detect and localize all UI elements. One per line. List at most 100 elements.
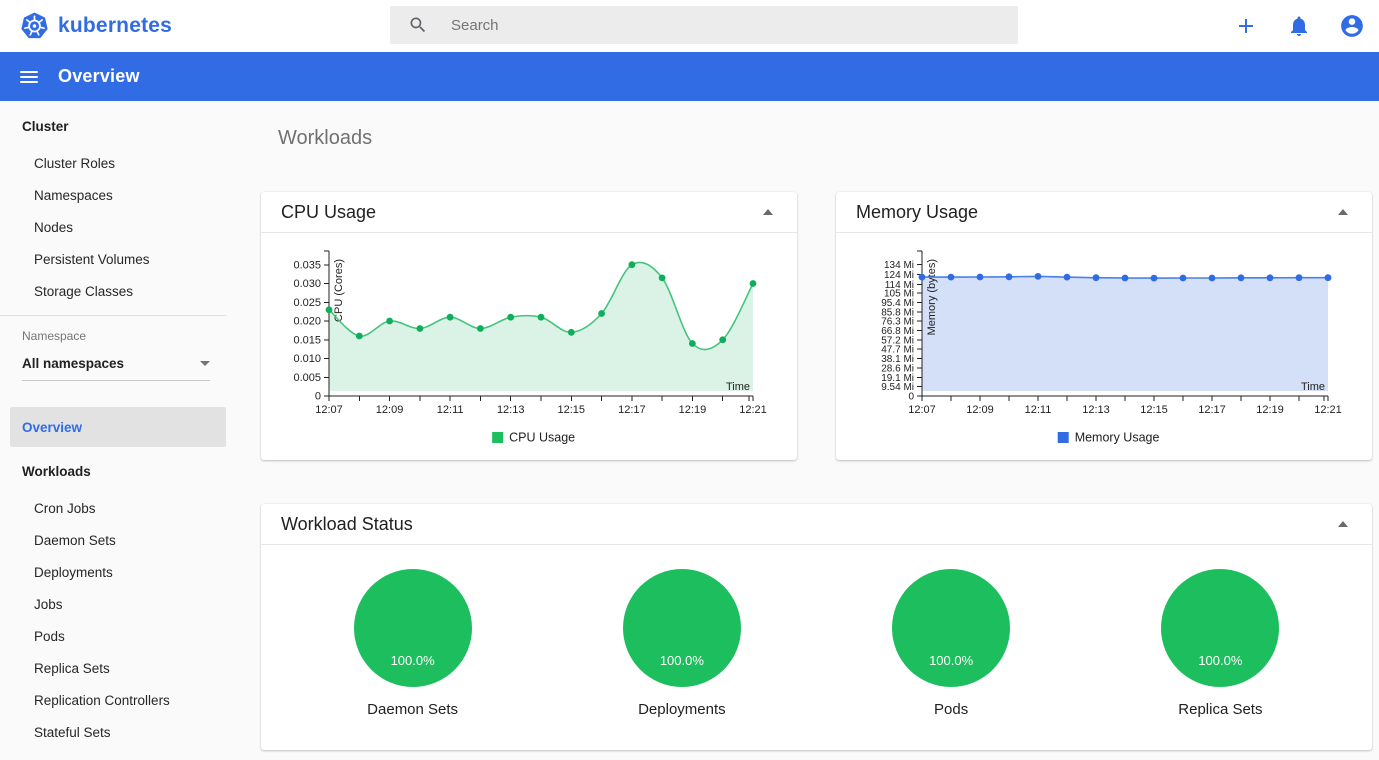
data-point <box>659 275 666 282</box>
brand-name: kubernetes <box>58 14 172 38</box>
memory-card-header: Memory Usage <box>836 192 1372 233</box>
menu-icon[interactable] <box>20 71 38 83</box>
workload-status-pies: 100.0%Daemon Sets100.0%Deployments100.0%… <box>261 569 1372 718</box>
pie-value: 100.0% <box>623 653 741 668</box>
sidebar-section-workloads: Workloads <box>0 455 226 487</box>
y-tick-label: 85.8 Mi <box>881 307 914 318</box>
search-bar[interactable] <box>390 6 1018 44</box>
x-tick-label: 12:09 <box>966 404 994 416</box>
account-circle-icon <box>1339 13 1365 39</box>
x-tick-label: 12:21 <box>739 404 767 416</box>
pie-value: 100.0% <box>1161 653 1279 668</box>
y-tick-label: 0 <box>315 391 321 403</box>
memory-usage-card: Memory Usage 09.54 Mi19.1 Mi28.6 Mi38.1 … <box>836 192 1372 460</box>
sidebar-item-overview[interactable]: Overview <box>10 407 226 447</box>
sidebar-item-deployments[interactable]: Deployments <box>0 556 226 588</box>
legend-swatch <box>492 432 503 443</box>
pie-chart[interactable]: 100.0% <box>892 569 1010 687</box>
workload-status-card: Workload Status 100.0%Daemon Sets100.0%D… <box>261 504 1372 750</box>
data-point <box>689 340 696 347</box>
sidebar-item-daemon-sets[interactable]: Daemon Sets <box>0 524 226 556</box>
create-button[interactable] <box>1233 13 1259 39</box>
data-point <box>948 274 955 281</box>
x-tick-label: 12:15 <box>1140 404 1168 416</box>
notifications-button[interactable] <box>1286 13 1312 39</box>
x-tick-label: 12:07 <box>908 404 936 416</box>
top-header: kubernetes <box>0 0 1379 52</box>
data-point <box>1325 274 1332 281</box>
data-point <box>719 336 726 343</box>
x-tick-label: 12:21 <box>1314 404 1342 416</box>
data-point <box>417 325 424 332</box>
area-fill <box>329 262 753 391</box>
kubernetes-logo-icon <box>20 11 49 41</box>
sidebar-item-stateful-sets[interactable]: Stateful Sets <box>0 716 226 748</box>
pie-label: Pods <box>934 701 968 718</box>
sidebar-item-storage-classes[interactable]: Storage Classes <box>0 275 226 307</box>
account-button[interactable] <box>1339 13 1365 39</box>
sidebar-item-namespaces[interactable]: Namespaces <box>0 179 226 211</box>
pie-chart[interactable]: 100.0% <box>623 569 741 687</box>
collapse-icon[interactable] <box>1334 205 1352 219</box>
cpu-card-title: CPU Usage <box>281 202 376 223</box>
pie-value: 100.0% <box>892 653 1010 668</box>
sidebar-item-cron-jobs[interactable]: Cron Jobs <box>0 492 226 524</box>
y-tick-label: 0.025 <box>293 297 321 309</box>
pie-pods: 100.0% Pods <box>817 569 1086 718</box>
memory-usage-chart: 09.54 Mi19.1 Mi28.6 Mi38.1 Mi47.7 Mi57.2… <box>836 244 1372 460</box>
cpu-usage-card: CPU Usage 00.0050.0100.0150.0200.0250.03… <box>261 192 797 460</box>
sidebar-item-jobs[interactable]: Jobs <box>0 588 226 620</box>
sidebar-item-replication-controllers[interactable]: Replication Controllers <box>0 684 226 716</box>
collapse-icon[interactable] <box>759 205 777 219</box>
pie-label: Deployments <box>638 701 726 718</box>
area-fill <box>922 276 1328 391</box>
namespace-select[interactable]: All namespaces <box>22 347 210 381</box>
workloads-item-list: Cron JobsDaemon SetsDeploymentsJobsPodsR… <box>0 492 226 748</box>
data-point <box>1093 274 1100 281</box>
sidebar-item-cluster-roles[interactable]: Cluster Roles <box>0 147 226 179</box>
x-tick-label: 12:09 <box>376 404 404 416</box>
y-tick-label: 0.015 <box>293 334 321 346</box>
data-point <box>386 318 393 325</box>
content-heading: Workloads <box>278 127 372 150</box>
x-tick-label: 12:07 <box>315 404 343 416</box>
data-point <box>977 274 984 281</box>
cpu-usage-chart: 00.0050.0100.0150.0200.0250.0300.03512:0… <box>261 244 797 460</box>
brand[interactable]: kubernetes <box>20 11 172 41</box>
search-input[interactable] <box>449 16 969 35</box>
sidebar-item-nodes[interactable]: Nodes <box>0 211 226 243</box>
x-axis-label: Time <box>726 381 750 393</box>
x-tick-label: 12:11 <box>437 404 464 416</box>
plus-icon <box>1234 14 1258 38</box>
pie-chart[interactable]: 100.0% <box>1161 569 1279 687</box>
y-tick-label: 134 Mi <box>884 260 914 271</box>
data-point <box>447 314 454 321</box>
x-tick-label: 12:11 <box>1025 404 1052 416</box>
sidebar-item-replica-sets[interactable]: Replica Sets <box>0 652 226 684</box>
cpu-card-header: CPU Usage <box>261 192 797 233</box>
data-point <box>629 261 636 268</box>
data-point <box>1267 274 1274 281</box>
x-tick-label: 12:17 <box>618 404 646 416</box>
page-title: Overview <box>58 66 140 87</box>
cluster-item-list: Cluster RolesNamespacesNodesPersistent V… <box>0 147 226 307</box>
collapse-icon[interactable] <box>1334 517 1352 531</box>
chevron-down-icon <box>200 361 210 366</box>
data-point <box>1238 274 1245 281</box>
data-point <box>1035 273 1042 280</box>
data-point <box>1122 275 1129 282</box>
pie-chart[interactable]: 100.0% <box>354 569 472 687</box>
legend-swatch <box>1058 432 1069 443</box>
x-tick-label: 12:15 <box>558 404 586 416</box>
bell-icon <box>1287 14 1311 38</box>
data-point <box>538 314 545 321</box>
data-point <box>750 280 757 287</box>
data-point <box>1006 273 1013 280</box>
data-point <box>568 329 575 336</box>
sidebar: Cluster Cluster RolesNamespacesNodesPers… <box>0 101 226 760</box>
sidebar-item-pods[interactable]: Pods <box>0 620 226 652</box>
search-icon <box>408 15 428 35</box>
x-axis-label: Time <box>1301 381 1325 393</box>
sidebar-item-persistent-volumes[interactable]: Persistent Volumes <box>0 243 226 275</box>
pie-replica-sets: 100.0%Replica Sets <box>1086 569 1355 718</box>
